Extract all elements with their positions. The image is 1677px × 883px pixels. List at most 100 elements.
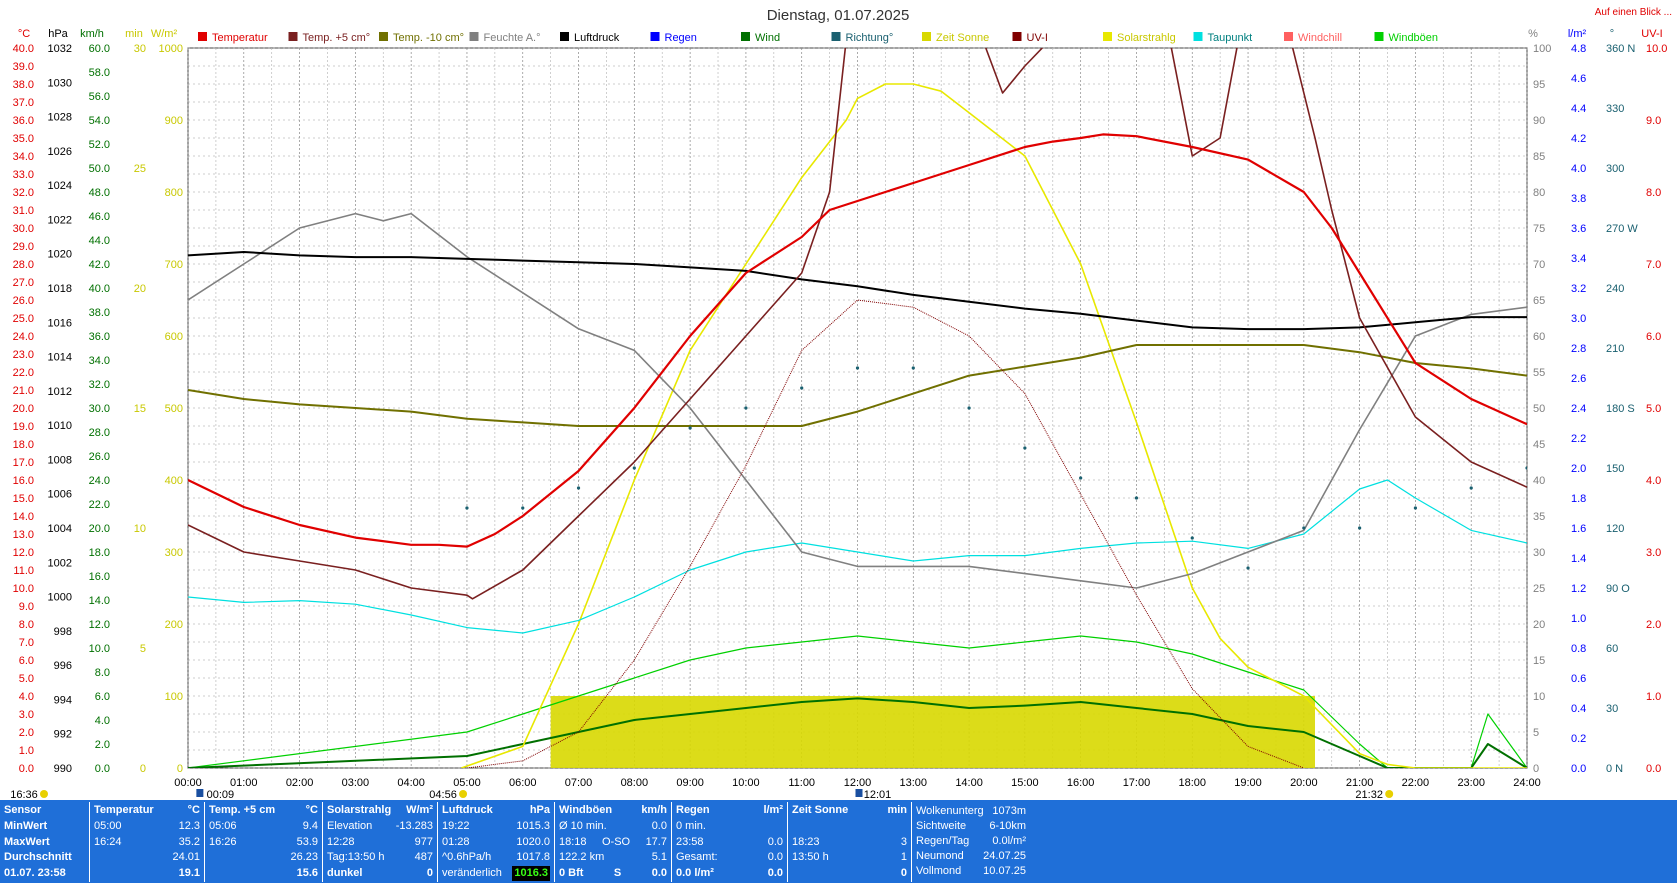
axis-tick-label: 1.0 <box>19 745 34 757</box>
axis-tick-label: 998 <box>54 626 72 638</box>
axis-tick-label: 1014 <box>48 352 72 364</box>
axis-tick-label: 12.0 <box>13 547 34 559</box>
axis-tick-label: 16.0 <box>13 475 34 487</box>
axis-tick-label: 0.0 <box>95 763 110 775</box>
axis-tick-label: 95 <box>1533 79 1545 91</box>
axis-tick-label: 0 <box>140 763 146 775</box>
axis-tick-label: 60 <box>1533 331 1545 343</box>
direction-point <box>1246 566 1250 570</box>
axis-tick-label: 700 <box>165 259 183 271</box>
axis-tick-label: 3.0 <box>19 709 34 721</box>
overview-link[interactable]: Auf einen Blick ... <box>1595 7 1672 18</box>
axis-tick-label: 270 W <box>1606 223 1638 235</box>
direction-point <box>744 406 748 410</box>
axis-tick-label: 70 <box>1533 259 1545 271</box>
axis-tick-label: 6.0 <box>1646 331 1661 343</box>
axis-tick-label: 6.0 <box>19 655 34 667</box>
full-moon-label: Vollmond <box>916 865 962 877</box>
axis-tick-label: 30.0 <box>89 403 110 415</box>
axis-tick-label: 1012 <box>48 386 72 398</box>
gust-panel: Windböen km/h Ø 10 min. 0.0 18:18 O-SO 17.7 … <box>555 802 672 882</box>
axis-tick-label: 240 <box>1606 283 1624 295</box>
sensor-header: Sensor <box>4 804 42 816</box>
sunshine-max: 3 <box>900 835 907 848</box>
axis-tick-label: 54.0 <box>89 115 110 127</box>
axis-tick-label: 11.0 <box>13 565 34 577</box>
x-tick-label: 20:00 <box>1290 777 1318 789</box>
temp-now: 19.1 <box>178 866 200 879</box>
axis-tick-label: 0.0 <box>19 763 34 775</box>
temp5-min-time: 05:06 <box>209 820 237 832</box>
axis-tick-label: 10.0 <box>13 583 34 595</box>
axis-tick-label: 1.8 <box>1571 493 1586 505</box>
marker-sunset: 21:32 <box>1355 789 1383 800</box>
direction-point <box>855 366 860 370</box>
x-tick-label: 11:00 <box>788 777 815 789</box>
legend-swatch <box>198 32 207 41</box>
axis-tick-label: 0.6 <box>1571 673 1586 685</box>
rain-day: 0.0 l/m² <box>676 866 714 879</box>
axis-unit-label: ° <box>1610 28 1614 40</box>
rain-total: 0.0 <box>767 851 783 863</box>
axis-tick-label: 5 <box>1533 727 1539 739</box>
axis-tick-label: 20.0 <box>89 523 110 535</box>
pressure-header: Luftdruck <box>442 804 493 816</box>
axis-tick-label: 19.0 <box>13 421 34 433</box>
axis-tick-label: 37.0 <box>13 97 34 109</box>
axis-tick-label: 40 <box>1533 475 1545 487</box>
direction-point <box>967 406 971 410</box>
axis-tick-label: 2.6 <box>1571 373 1586 385</box>
solar-max: 977 <box>414 835 433 848</box>
axis-tick-label: 23.0 <box>13 349 34 361</box>
marker-moonrise: 00:09 <box>207 789 235 800</box>
axis-tick-label: 25.0 <box>13 313 34 325</box>
legend-label: Temperatur <box>212 32 268 44</box>
axis-tick-label: 22.0 <box>89 499 110 511</box>
sensor-panel: Sensor MinWert MaxWert Durchschnitt 01.0… <box>0 802 90 882</box>
axis-tick-label: 36.0 <box>13 115 34 127</box>
temp-unit: °C <box>187 804 200 816</box>
axis-tick-label: 1.6 <box>1571 523 1586 535</box>
axis-tick-label: 30 <box>1606 703 1618 715</box>
legend-swatch <box>1012 32 1022 41</box>
legend-label: Regen <box>665 32 697 44</box>
direction-point <box>911 366 915 370</box>
gust-header: Windböen <box>559 804 613 816</box>
axis-tick-label: 60.0 <box>89 43 110 55</box>
gust-unit: km/h <box>641 804 667 816</box>
visibility-label: Sichtweite <box>916 820 967 832</box>
axis-tick-label: 4.0 <box>95 715 110 727</box>
axis-tick-label: 26.0 <box>13 295 34 307</box>
x-tick-label: 09:00 <box>676 777 704 789</box>
legend-swatch <box>741 32 750 41</box>
pressure-state: veränderlich <box>442 866 502 879</box>
axis-tick-label: 8.0 <box>1646 187 1661 199</box>
sunshine-total: 13:50 h <box>792 851 829 863</box>
axis-tick-label: 9.0 <box>1646 115 1661 127</box>
temp5-max: 53.9 <box>296 835 318 848</box>
axis-tick-label: 13.0 <box>13 529 34 541</box>
direction-point <box>521 506 525 510</box>
x-tick-label: 07:00 <box>565 777 593 789</box>
axis-tick-label: 1004 <box>48 523 72 535</box>
axis-tick-label: 1006 <box>48 489 72 501</box>
sunshine-unit: min <box>887 804 907 816</box>
direction-point <box>1413 506 1418 510</box>
axis-tick-label: 0 <box>1533 763 1539 775</box>
temp-min: 12.3 <box>178 820 200 832</box>
direction-point <box>1023 446 1027 450</box>
temp-max: 35.2 <box>178 835 200 848</box>
axis-tick-label: 50.0 <box>89 163 110 175</box>
axis-tick-label: 25 <box>1533 583 1545 595</box>
axis-tick-label: 28.0 <box>89 427 110 439</box>
temp5-panel: Temp. +5 cm °C 05:06 9.4 16:26 53.9 26.23 1… <box>205 802 323 882</box>
sensor-row-avg: Durchschnitt <box>4 851 72 863</box>
rain-unit: l/m² <box>763 804 783 816</box>
temp5-unit: °C <box>305 804 318 816</box>
gust-avg: 0.0 <box>651 820 667 832</box>
axis-tick-label: 3.6 <box>1571 223 1586 235</box>
axis-tick-label: 48.0 <box>89 187 110 199</box>
axis-tick-label: 34.0 <box>13 151 34 163</box>
rain-header: Regen <box>676 804 710 816</box>
axis-tick-label: 24.0 <box>13 331 34 343</box>
